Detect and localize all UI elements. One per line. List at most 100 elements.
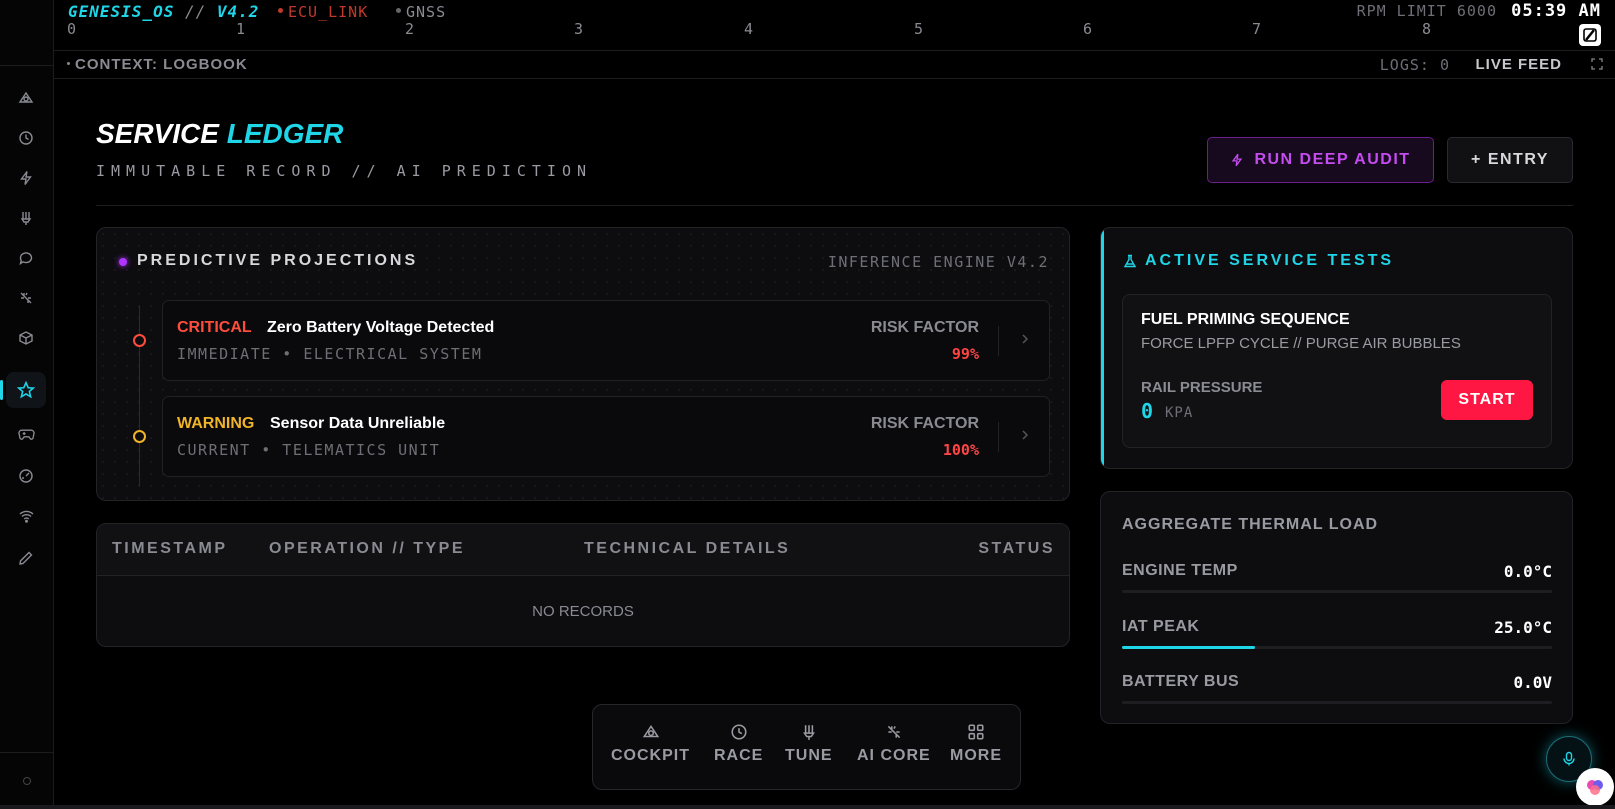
thermal-label: IAT PEAK — [1122, 618, 1200, 635]
thermal-bar — [1122, 701, 1552, 704]
inference-engine-label: INFERENCE ENGINE V4.2 — [827, 253, 1049, 271]
lightning-icon — [1232, 153, 1243, 167]
prediction-subtitle: CURRENT • TELEMATICS UNIT — [177, 441, 441, 459]
cockpit-icon — [642, 724, 659, 738]
logo-icon — [1583, 28, 1597, 42]
panel-title: ACTIVE SERVICE TESTS — [1145, 252, 1395, 269]
ecu-dot-icon — [278, 8, 283, 13]
rail-race-button[interactable] — [6, 120, 46, 156]
rail-ai-core-button[interactable] — [6, 280, 46, 316]
brand-os: GENESIS_OS — [68, 2, 175, 21]
column-header-operation[interactable]: OPERATION // TYPE — [269, 540, 465, 558]
status-dot-icon — [119, 258, 127, 266]
tune-icon — [802, 725, 815, 740]
card-divider — [998, 326, 999, 356]
metric-value: 0 — [1141, 399, 1154, 423]
dock-label: AI CORE — [857, 747, 931, 764]
assistant-avatar[interactable] — [1576, 768, 1614, 806]
star-icon — [17, 381, 35, 399]
prediction-card[interactable]: CRITICAL Zero Battery Voltage Detected I… — [162, 300, 1050, 381]
predictive-projections-panel: PREDICTIVE PROJECTIONS INFERENCE ENGINE … — [96, 227, 1070, 501]
timeline-dot-icon — [133, 334, 146, 347]
dock-tune-button[interactable]: TUNE — [785, 723, 833, 765]
dock-ai-core-button[interactable]: AI CORE — [857, 723, 931, 765]
thermal-bar — [1122, 646, 1552, 649]
wifi-icon — [19, 510, 33, 523]
start-test-button[interactable]: START — [1441, 380, 1533, 420]
flask-icon — [1123, 254, 1137, 268]
active-service-tests-panel: ACTIVE SERVICE TESTS FUEL PRIMING SEQUEN… — [1100, 227, 1573, 469]
rail-chat-button[interactable] — [6, 240, 46, 276]
ruler-tick: 6 — [1083, 20, 1093, 38]
prediction-title: Zero Battery Voltage Detected — [267, 319, 495, 336]
context-text: CONTEXT: LOGBOOK — [75, 56, 248, 73]
dock-label: RACE — [714, 747, 764, 764]
rpm-limit: RPM LIMIT 6000 — [1356, 2, 1497, 20]
logs-count: LOGS: 0 — [1379, 56, 1450, 74]
ruler-tick: 0 — [67, 20, 77, 38]
header-divider — [96, 205, 1573, 206]
ruler-tick: 3 — [574, 20, 584, 38]
column-header-timestamp[interactable]: TIMESTAMP — [112, 540, 228, 558]
add-entry-button[interactable]: + ENTRY — [1447, 137, 1573, 183]
ruler-tick: 5 — [914, 20, 924, 38]
pen-icon — [19, 551, 33, 565]
rail-cockpit-button[interactable] — [6, 80, 46, 116]
run-deep-audit-label: RUN DEEP AUDIT — [1254, 151, 1411, 168]
rail-wifi-button[interactable] — [6, 498, 46, 534]
severity-label: CRITICAL — [177, 319, 252, 336]
bottom-scrollbar — [0, 805, 1615, 809]
expand-icon[interactable] — [1591, 58, 1603, 70]
cockpit-icon — [18, 91, 34, 103]
prediction-card[interactable]: WARNING Sensor Data Unreliable CURRENT •… — [162, 396, 1050, 477]
clock: 05:39 AM — [1511, 1, 1601, 21]
rail-edit-button[interactable] — [6, 540, 46, 576]
ecu-label: ECU_LINK — [288, 3, 369, 21]
column-header-details[interactable]: TECHNICAL DETAILS — [584, 540, 790, 558]
gnss-status: GNSS — [396, 3, 446, 21]
accent-bar — [1101, 228, 1104, 468]
dock-label: MORE — [950, 747, 1002, 764]
ai-core-icon — [20, 292, 32, 304]
thermal-bar — [1122, 590, 1552, 593]
timeline-line — [139, 306, 140, 486]
column-header-status[interactable]: STATUS — [978, 540, 1055, 558]
severity-label: WARNING — [177, 415, 255, 432]
dock-more-button[interactable]: MORE — [950, 723, 1002, 765]
rail-logbook-button[interactable] — [6, 372, 46, 408]
dock-cockpit-button[interactable]: COCKPIT — [611, 723, 690, 765]
rail-gauge-button[interactable] — [6, 458, 46, 494]
gauge-icon — [19, 469, 33, 483]
panel-title: AGGREGATE THERMAL LOAD — [1122, 516, 1379, 533]
risk-factor-value: 100% — [942, 441, 979, 459]
timeline-dot-icon — [133, 430, 146, 443]
dock-race-button[interactable]: RACE — [714, 723, 763, 765]
empty-state: NO RECORDS — [532, 603, 634, 620]
thermal-row: IAT PEAK 25.0°C — [1122, 618, 1552, 658]
page-title: SERVICE LEDGER — [96, 118, 343, 150]
rail-power-button[interactable] — [6, 160, 46, 196]
rail-gamepad-button[interactable] — [6, 416, 46, 452]
dock-label: TUNE — [785, 747, 833, 764]
live-feed-toggle[interactable]: LIVE FEED — [1475, 56, 1562, 73]
gnss-dot-icon — [396, 8, 401, 13]
app-logo[interactable] — [1579, 24, 1601, 46]
thermal-value: 25.0°C — [1494, 618, 1552, 637]
rail-engine-button[interactable] — [6, 320, 46, 356]
risk-factor-label: RISK FACTOR — [870, 319, 979, 336]
test-description: FORCE LPFP CYCLE // PURGE AIR BUBBLES — [1141, 335, 1461, 352]
ecu-link-status: ECU_LINK — [278, 3, 368, 21]
run-deep-audit-button[interactable]: RUN DEEP AUDIT — [1207, 137, 1434, 183]
rail-tune-button[interactable] — [6, 200, 46, 236]
thermal-value: 0.0°C — [1503, 562, 1552, 581]
risk-factor-value: 99% — [951, 345, 979, 363]
lightning-icon — [20, 171, 32, 185]
title-accent: LEDGER — [226, 118, 344, 149]
test-title: FUEL PRIMING SEQUENCE — [1141, 311, 1350, 328]
brand-version: V4.2 — [216, 2, 260, 21]
context-dot-icon — [67, 61, 70, 65]
left-rail — [0, 0, 54, 809]
thermal-label: BATTERY BUS — [1122, 673, 1240, 690]
clock-icon — [731, 724, 747, 740]
chevron-right-icon — [1022, 430, 1029, 440]
